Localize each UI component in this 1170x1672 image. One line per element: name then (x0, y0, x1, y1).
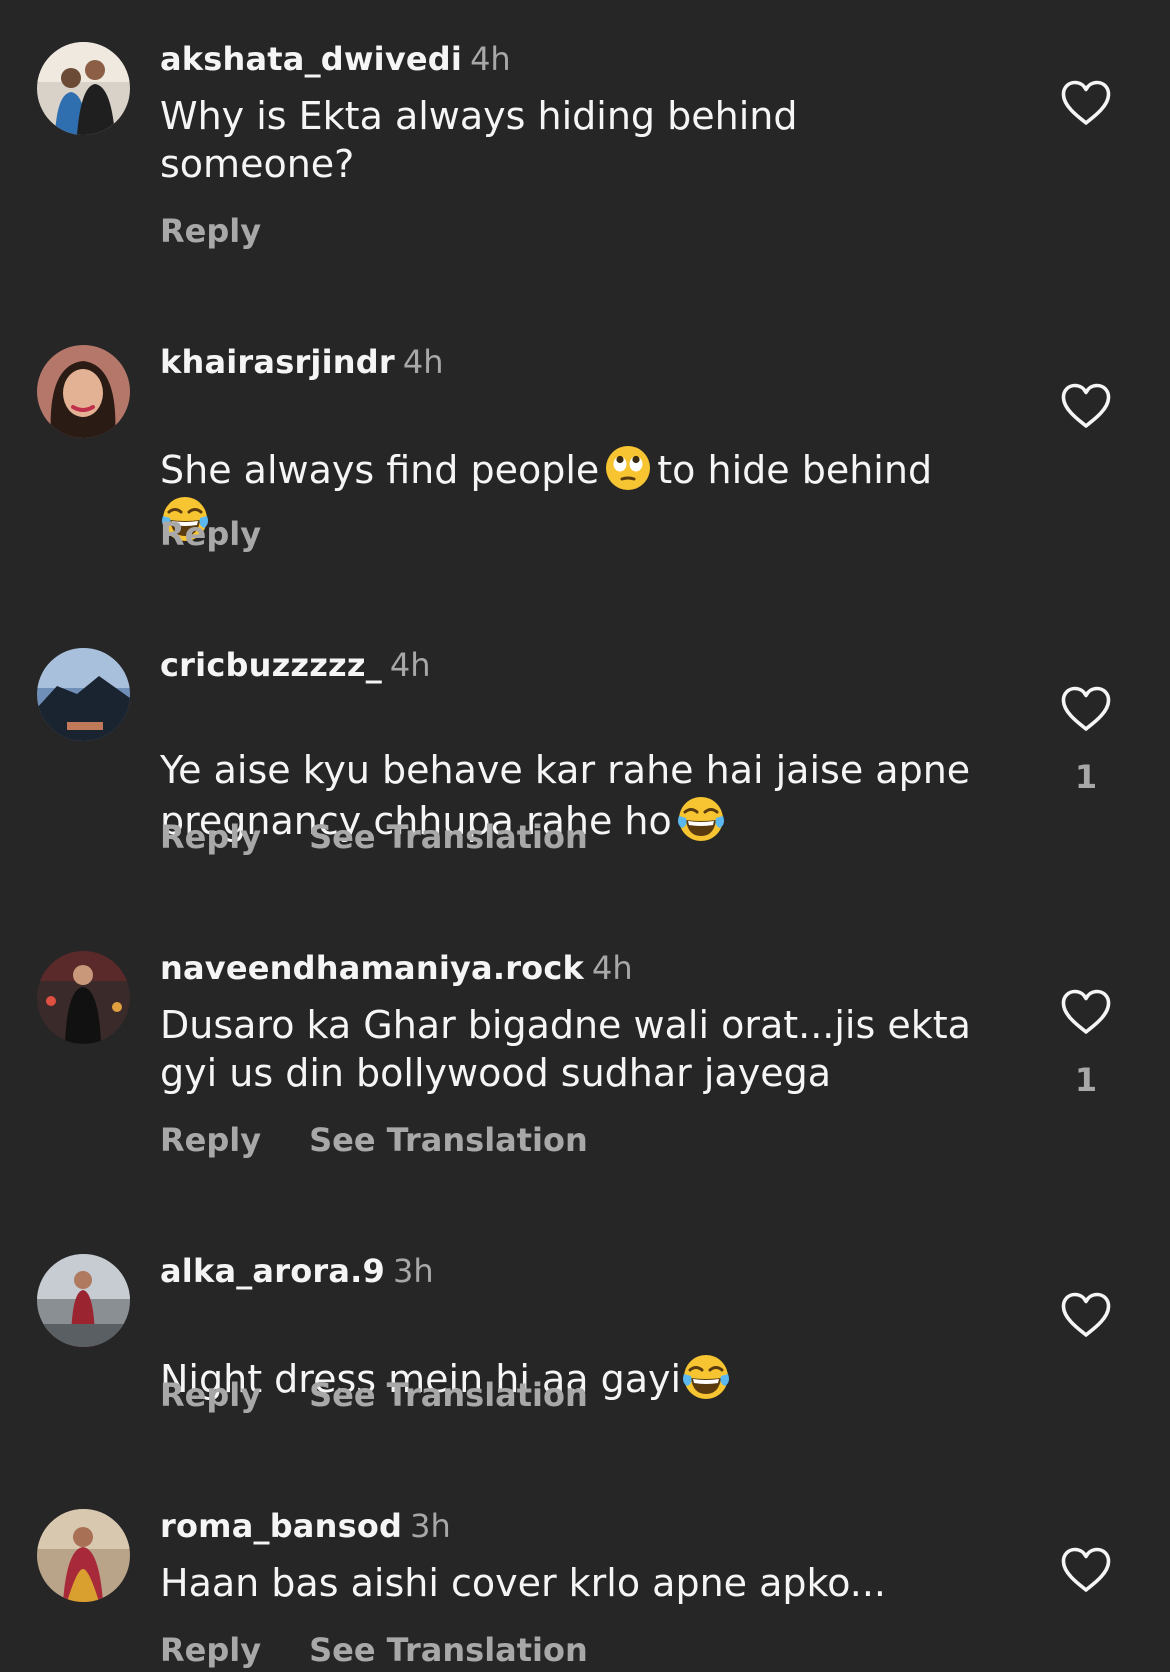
reply-button[interactable]: Reply (160, 1121, 261, 1159)
timestamp: 4h (389, 646, 431, 684)
username[interactable]: alka_arora.9 (160, 1252, 385, 1290)
face-with-rolling-eyes-emoji (603, 443, 653, 493)
see-translation-button[interactable]: See Translation (309, 818, 588, 856)
heart-outline-icon[interactable] (1060, 686, 1112, 732)
timestamp: 3h (393, 1252, 434, 1290)
comment-text: Why is Ekta always hiding behind someone… (160, 94, 798, 186)
avatar[interactable] (37, 951, 130, 1044)
face-with-tears-of-joy-emoji (681, 1352, 731, 1402)
face-with-tears-of-joy-emoji (676, 794, 726, 844)
heart-outline-icon[interactable] (1060, 80, 1112, 126)
see-translation-button[interactable]: See Translation (309, 1121, 588, 1159)
see-translation-button[interactable]: See Translation (309, 1376, 588, 1414)
timestamp: 4h (402, 343, 444, 381)
reply-button[interactable]: Reply (160, 1631, 261, 1669)
avatar[interactable] (37, 1509, 130, 1602)
reply-button[interactable]: Reply (160, 1376, 261, 1414)
avatar[interactable] (37, 648, 130, 741)
timestamp: 3h (410, 1507, 451, 1545)
username[interactable]: naveendhamaniya.rock (160, 949, 584, 987)
like-count: 1 (1074, 758, 1098, 796)
like-count: 1 (1074, 1061, 1098, 1099)
comment-text: She always find people to hide behind (160, 395, 1020, 545)
timestamp: 4h (592, 949, 633, 987)
username[interactable]: roma_bansod (160, 1507, 402, 1545)
username[interactable]: khairasrjindr (160, 343, 395, 381)
heart-outline-icon[interactable] (1060, 1292, 1112, 1338)
heart-outline-icon[interactable] (1060, 383, 1112, 429)
avatar[interactable] (37, 42, 130, 135)
avatar[interactable] (37, 1254, 130, 1347)
reply-button[interactable]: Reply (160, 818, 261, 856)
see-translation-button[interactable]: See Translation (309, 1631, 588, 1669)
heart-outline-icon[interactable] (1060, 1547, 1112, 1593)
comment-text: Haan bas aishi cover krlo apne apko... (160, 1561, 887, 1605)
heart-outline-icon[interactable] (1060, 989, 1112, 1035)
reply-button[interactable]: Reply (160, 212, 261, 250)
reply-button[interactable]: Reply (160, 515, 261, 553)
avatar[interactable] (37, 345, 130, 438)
username[interactable]: cricbuzzzzz_ (160, 646, 382, 684)
username[interactable]: akshata_dwivedi (160, 40, 462, 78)
comment-text: Dusaro ka Ghar bigadne wali orat...jis e… (160, 1003, 971, 1095)
timestamp: 4h (470, 40, 511, 78)
